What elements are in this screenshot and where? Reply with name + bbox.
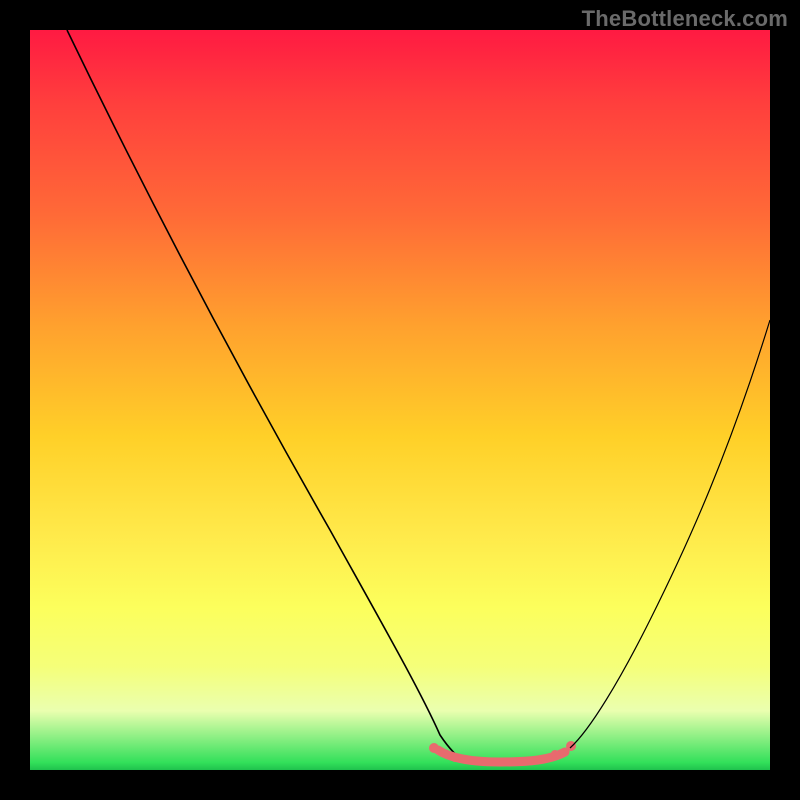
curve-left-branch <box>67 30 462 759</box>
plot-svg-overlay <box>30 30 770 770</box>
optimal-band-dot-end <box>566 741 576 751</box>
optimal-band-dot-3 <box>476 757 484 765</box>
frame: TheBottleneck.com <box>0 0 800 800</box>
optimal-band-dot-2 <box>451 754 459 762</box>
optimal-band-dot-start <box>429 743 439 753</box>
watermark-text: TheBottleneck.com <box>582 6 788 32</box>
optimal-band-dot-5 <box>531 756 539 764</box>
curve-right-branch <box>570 320 770 748</box>
optimal-band-dot-4 <box>504 758 512 766</box>
optimal-band-dot-6 <box>551 750 559 758</box>
